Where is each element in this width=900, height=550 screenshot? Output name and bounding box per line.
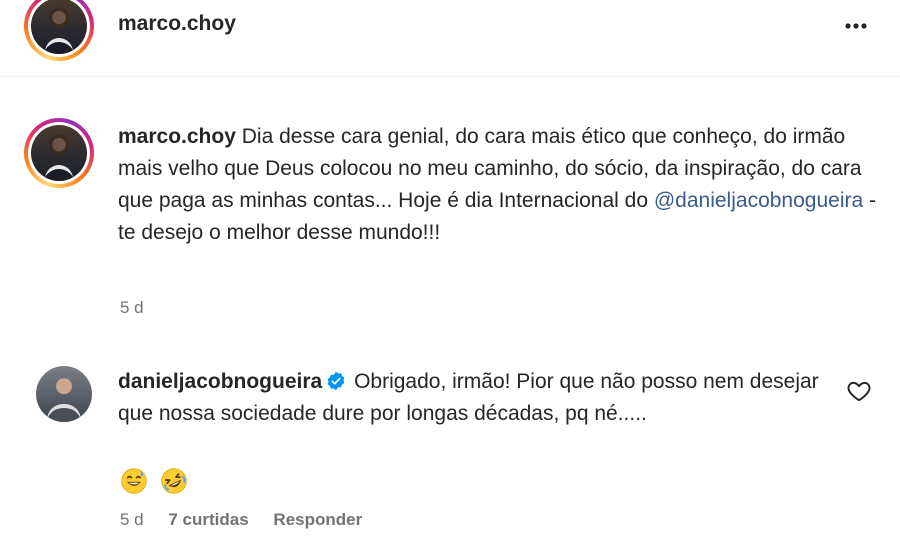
avatar-photo [31,0,87,54]
comment-timestamp[interactable]: 5 d [120,510,144,529]
caption-text: marco.choy Dia desse cara genial, do car… [118,121,878,249]
comment-avatar[interactable] [29,359,99,429]
caption-username[interactable]: marco.choy [118,125,236,148]
more-options-icon[interactable] [842,12,870,40]
comment-meta: 5 d 7 curtidas Responder [120,510,382,530]
rofl-emoji [160,468,187,494]
post-header: marco.choy [0,0,900,77]
caption-timestamp[interactable]: 5 d [120,298,144,318]
reply-button[interactable]: Responder [273,510,362,529]
heart-icon[interactable] [846,378,872,404]
comment-username[interactable]: danieljacobnogueira [118,370,322,393]
avatar-photo [31,125,87,181]
header-avatar[interactable] [24,0,94,61]
verified-badge-icon [327,371,345,391]
caption-avatar[interactable] [24,118,94,188]
comment-likes[interactable]: 7 curtidas [168,510,248,529]
grinning-sweat-emoji [121,468,147,494]
comment-emojis [120,464,192,496]
header-username[interactable]: marco.choy [118,12,236,36]
post-comments-page: marco.choy marco.choy Dia desse cara gen… [0,0,900,550]
avatar-photo [36,366,92,422]
caption-mention[interactable]: @danieljacobnogueira [654,189,863,212]
comment-text: danieljacobnogueira Obrigado, irmão! Pio… [118,366,828,430]
